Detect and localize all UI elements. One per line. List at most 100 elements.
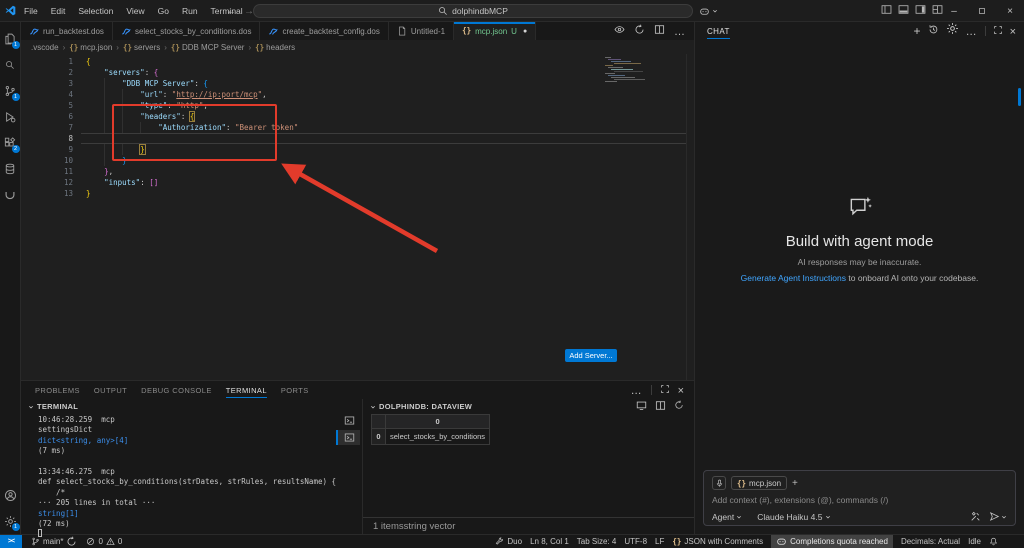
status-idle[interactable]: Idle xyxy=(968,535,981,548)
status-tab-size[interactable]: Tab Size: 4 xyxy=(577,535,617,548)
badge: 1 xyxy=(12,93,20,101)
more-actions-button[interactable]: … xyxy=(966,22,978,40)
minimize-button[interactable]: – xyxy=(940,0,968,22)
status-copilot-quota[interactable]: Completions quota reached xyxy=(771,535,893,548)
activity-item-account[interactable] xyxy=(0,482,21,508)
terminal-output[interactable]: 10:46:28.259 mcpsettingsDictdict<string,… xyxy=(38,415,336,540)
layout-panel-button[interactable] xyxy=(898,2,909,20)
split-editor-button[interactable] xyxy=(655,400,666,413)
activity-item-source-control[interactable]: 1 xyxy=(0,78,21,104)
send-button[interactable] xyxy=(989,511,1007,522)
menu-go[interactable]: Go xyxy=(158,6,169,16)
generate-instructions-link[interactable]: Generate Agent Instructions xyxy=(741,273,846,283)
terminal-tab-2[interactable] xyxy=(336,430,360,445)
terminal-section-header[interactable]: TERMINAL xyxy=(21,399,336,412)
panel-tab-output[interactable]: OUTPUT xyxy=(94,381,127,399)
menu-run[interactable]: Run xyxy=(182,6,198,16)
refresh-button[interactable] xyxy=(674,400,684,413)
maximize-icon xyxy=(978,7,986,15)
status-decimals[interactable]: Decimals: Actual xyxy=(901,535,960,548)
search-value: dolphindbMCP xyxy=(452,6,508,16)
panel-tab-problems[interactable]: PROBLEMS xyxy=(35,381,80,399)
expand-button[interactable] xyxy=(660,381,670,399)
panel-tab-terminal[interactable]: TERMINAL xyxy=(226,381,267,399)
new-chat-button[interactable]: + xyxy=(914,22,921,40)
breadcrumb-item-.vscode[interactable]: .vscode xyxy=(31,43,59,52)
close-button[interactable]: × xyxy=(1010,22,1016,40)
editor-tab-bar: run_backtest.dos select_stocks_by_conditi… xyxy=(21,22,694,40)
layout-sidebar-left-button[interactable] xyxy=(881,2,892,20)
minimap[interactable] xyxy=(605,57,649,83)
activity-item-run-debug[interactable] xyxy=(0,104,21,130)
indent-guide xyxy=(122,122,123,133)
tab-chat[interactable]: CHAT xyxy=(707,22,730,40)
editor-scrollbar[interactable] xyxy=(686,54,687,380)
expand-button[interactable] xyxy=(993,22,1003,40)
status-remote-indicator[interactable]: >< xyxy=(0,535,22,548)
layout-sidebar-right-button[interactable] xyxy=(915,2,926,20)
tab-label: select_stocks_by_conditions.dos xyxy=(135,27,252,36)
activity-item-search[interactable] xyxy=(0,52,21,78)
chevron-down-icon xyxy=(712,8,718,14)
activity-item-settings[interactable]: 1 xyxy=(0,508,21,534)
close-button[interactable]: × xyxy=(996,0,1024,22)
history-button[interactable] xyxy=(928,22,939,40)
status-eol[interactable]: LF xyxy=(655,535,664,548)
tab-create_backtest_config.dos[interactable]: create_backtest_config.dos xyxy=(260,22,388,40)
configure-tools-button[interactable] xyxy=(970,511,981,522)
settings-button[interactable] xyxy=(946,22,959,40)
code-editor[interactable]: 1{2 "servers": {3 "DDB MCP Server": {4 "… xyxy=(21,54,694,380)
dataview-cell[interactable]: select_stocks_by_conditions xyxy=(386,429,490,445)
activity-item-explorer[interactable]: 1 xyxy=(0,26,21,52)
indent-guide xyxy=(122,100,123,111)
breadcrumb-item-servers[interactable]: {}servers xyxy=(123,43,160,52)
menu-view[interactable]: View xyxy=(126,6,144,16)
close-button[interactable]: × xyxy=(678,381,684,399)
chat-input-box[interactable]: {} mcp.json + Add context (#), extension… xyxy=(703,470,1016,526)
attach-context-button[interactable] xyxy=(712,476,726,490)
tab-run_backtest.dos[interactable]: run_backtest.dos xyxy=(21,22,113,40)
command-center-search[interactable]: dolphindbMCP xyxy=(253,4,693,18)
panel-tab-debug-console[interactable]: DEBUG CONSOLE xyxy=(141,381,212,399)
copilot-menu[interactable] xyxy=(699,3,718,19)
model-selector[interactable]: Claude Haiku 4.5 xyxy=(757,512,831,522)
more-actions-button[interactable]: … xyxy=(631,381,643,399)
dataview-section-header[interactable]: DOLPHINDB: DATAVIEW xyxy=(363,399,694,412)
status-language-mode[interactable]: {}JSON with Comments xyxy=(672,535,763,548)
terminal-tab-1[interactable] xyxy=(336,413,360,428)
tab-mcp.json[interactable]: {}mcp.jsonU● xyxy=(454,22,536,40)
activity-item-database[interactable] xyxy=(0,156,21,182)
line-number: 7 xyxy=(21,122,73,133)
chat-scrollbar-thumb[interactable] xyxy=(1018,88,1021,106)
breadcrumb-item-DDB MCP Server[interactable]: {}DDB MCP Server xyxy=(171,43,245,52)
split-editor-button[interactable] xyxy=(654,22,665,40)
add-server-button[interactable]: Add Server... xyxy=(565,349,617,362)
activity-item-extensions[interactable]: 2 xyxy=(0,130,21,156)
open-preview-button[interactable] xyxy=(614,22,625,40)
copilot-icon xyxy=(776,536,787,547)
panel-tab-ports[interactable]: PORTS xyxy=(281,381,309,399)
menu-file[interactable]: File xyxy=(24,6,38,16)
back-button[interactable]: ← xyxy=(226,6,236,17)
context-chip[interactable]: {} mcp.json xyxy=(731,476,787,490)
menu-edit[interactable]: Edit xyxy=(51,6,66,16)
breadcrumb-item-headers[interactable]: {}headers xyxy=(255,43,295,52)
open-in-editor-button[interactable] xyxy=(636,400,647,413)
search-icon xyxy=(5,60,15,70)
add-context-button[interactable]: + xyxy=(792,478,798,489)
tab-select_stocks_by_conditions.dos[interactable]: select_stocks_by_conditions.dos xyxy=(113,22,261,40)
sync-button[interactable] xyxy=(634,22,645,40)
status-duo-status[interactable]: Duo xyxy=(495,535,522,548)
status-notifications[interactable] xyxy=(989,535,998,548)
menu-selection[interactable]: Selection xyxy=(78,6,113,16)
activity-item-dolphindb[interactable] xyxy=(0,182,21,208)
maximize-button[interactable] xyxy=(968,0,996,22)
agent-mode-selector[interactable]: Agent xyxy=(712,512,742,522)
breadcrumb-item-mcp.json[interactable]: {}mcp.json xyxy=(69,43,112,52)
status-cursor-position[interactable]: Ln 8, Col 1 xyxy=(530,535,569,548)
modified-dot-icon[interactable]: ● xyxy=(523,28,527,35)
chat-input-placeholder[interactable]: Add context (#), extensions (@), command… xyxy=(712,495,1007,505)
more-actions-button[interactable]: … xyxy=(674,22,686,40)
tab-Untitled-1[interactable]: Untitled-1 xyxy=(389,22,454,40)
status-encoding[interactable]: UTF-8 xyxy=(624,535,647,548)
